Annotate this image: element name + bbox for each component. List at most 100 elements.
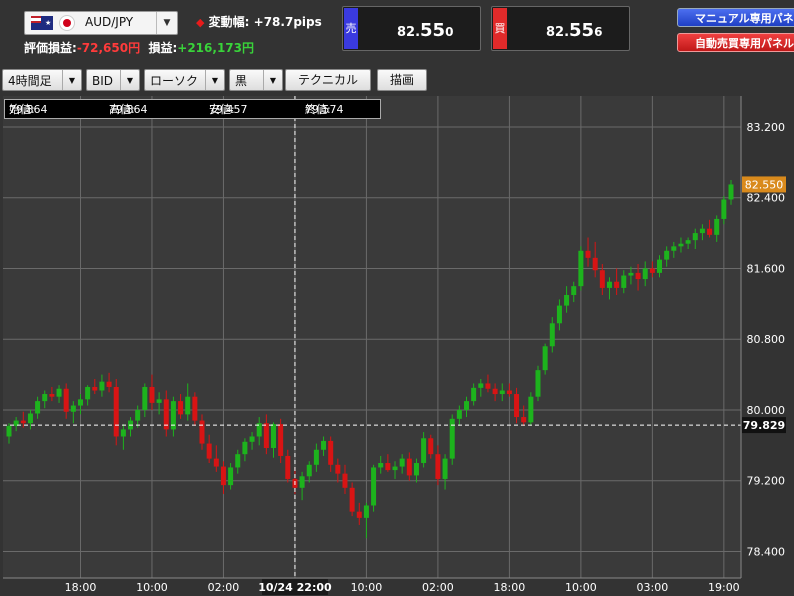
y-tick-label: 82.400 <box>747 192 786 205</box>
candle-body <box>213 458 219 467</box>
candle-body <box>342 473 348 488</box>
candle-body <box>270 424 276 448</box>
candle-body <box>328 440 334 465</box>
candle-body <box>192 396 198 421</box>
candle-body <box>113 386 119 437</box>
x-tick-label: 18:00 <box>65 581 97 594</box>
candle-body <box>714 218 720 235</box>
candle-body <box>549 323 555 347</box>
candle-body <box>156 399 162 403</box>
candle-body <box>299 476 305 488</box>
candle-body <box>356 511 362 518</box>
candle-body <box>242 441 248 455</box>
candle-body <box>428 438 434 455</box>
candle-body <box>628 272 634 276</box>
candle-body <box>321 440 327 450</box>
candle-body <box>578 250 584 287</box>
candle-body <box>20 420 26 424</box>
candle-body <box>649 268 655 273</box>
x-tick-label: 10:00 <box>565 581 597 594</box>
crosshair-price-label: 79.829 <box>743 419 785 432</box>
candle-body <box>70 405 76 412</box>
close-value: 79.574 <box>305 103 344 116</box>
current-price-label: 82.550 <box>745 178 784 191</box>
y-tick-label: 81.600 <box>747 262 786 275</box>
candle-body <box>206 443 212 459</box>
candle-body <box>642 268 648 280</box>
candle-body <box>27 413 33 424</box>
x-tick-label: 02:00 <box>422 581 454 594</box>
candle-body <box>413 463 419 476</box>
candle-body <box>77 399 83 406</box>
candle-body <box>149 386 155 403</box>
x-tick-label: 03:00 <box>637 581 669 594</box>
high-value: 79.864 <box>109 103 148 116</box>
candle-body <box>542 346 548 371</box>
ohlc-readout: 始値: 79.864 高値: 79.864 安値: 79.457 終値: 79.574 <box>4 99 381 119</box>
candle-body <box>228 467 234 486</box>
candle-body <box>521 417 527 423</box>
candle-body <box>406 458 412 476</box>
candle-body <box>249 436 255 442</box>
candle-body <box>556 305 562 324</box>
price-axis: 83.200 82.400 81.600 80.800 80.000 79.200 78.4… <box>740 96 786 578</box>
candle-body <box>142 386 148 410</box>
candle-body <box>92 386 98 391</box>
candle-body <box>499 390 505 395</box>
candle-body <box>535 370 541 397</box>
x-tick-label: 10:00 <box>351 581 383 594</box>
candle-body <box>571 286 577 295</box>
candle-body <box>478 383 484 388</box>
y-tick-label: 80.000 <box>747 404 786 417</box>
candle-body <box>306 464 312 477</box>
y-tick-label: 80.800 <box>747 333 786 346</box>
candle-body <box>514 394 520 418</box>
candle-body <box>464 401 470 410</box>
candle-body <box>435 454 441 479</box>
candle-body <box>635 272 641 280</box>
candle-body <box>399 458 405 467</box>
candle-body <box>599 270 605 288</box>
y-tick-label: 83.200 <box>747 121 786 134</box>
candle-body <box>492 388 498 395</box>
candle-body <box>335 464 341 474</box>
candle-body <box>220 466 226 486</box>
candle-body <box>35 401 41 414</box>
candle-body <box>99 381 105 391</box>
candle-body <box>614 281 620 288</box>
candle-body <box>671 246 677 251</box>
candle-body <box>42 394 48 402</box>
candle-body <box>442 458 448 479</box>
candle-body <box>85 386 91 400</box>
candle-body <box>657 259 663 273</box>
candle-body <box>721 199 727 219</box>
candle-body <box>621 275 627 288</box>
low-value: 79.457 <box>209 103 248 116</box>
candle-body <box>685 240 691 244</box>
candle-body <box>56 388 62 397</box>
x-tick-label: 19:00 <box>708 581 740 594</box>
candle-body <box>263 423 269 448</box>
plot-area[interactable] <box>3 96 741 578</box>
candle-body <box>363 505 369 518</box>
candle-body <box>135 409 141 421</box>
candle-body <box>421 438 427 464</box>
x-tick-label: 02:00 <box>208 581 240 594</box>
candle-body <box>63 388 69 412</box>
candlestick-chart[interactable]: 79.829 83.200 82.400 81.600 80.800 80.000 79.… <box>0 0 794 596</box>
candle-body <box>592 257 598 271</box>
candle-body <box>349 487 355 512</box>
candle-body <box>106 381 112 387</box>
candle-body <box>471 387 477 402</box>
candle-body <box>285 455 291 479</box>
candle-body <box>485 383 491 389</box>
candle-body <box>178 401 184 415</box>
candle-body <box>378 463 384 468</box>
time-axis: 18:00 10:00 02:00 10/24 22:00 10:00 02:00 18:0… <box>3 577 741 595</box>
open-value: 79.864 <box>9 103 48 116</box>
candle-body <box>278 424 284 456</box>
candle-body <box>585 250 591 258</box>
candle-body <box>664 250 670 260</box>
candle-body <box>456 409 462 419</box>
candle-body <box>678 243 684 247</box>
